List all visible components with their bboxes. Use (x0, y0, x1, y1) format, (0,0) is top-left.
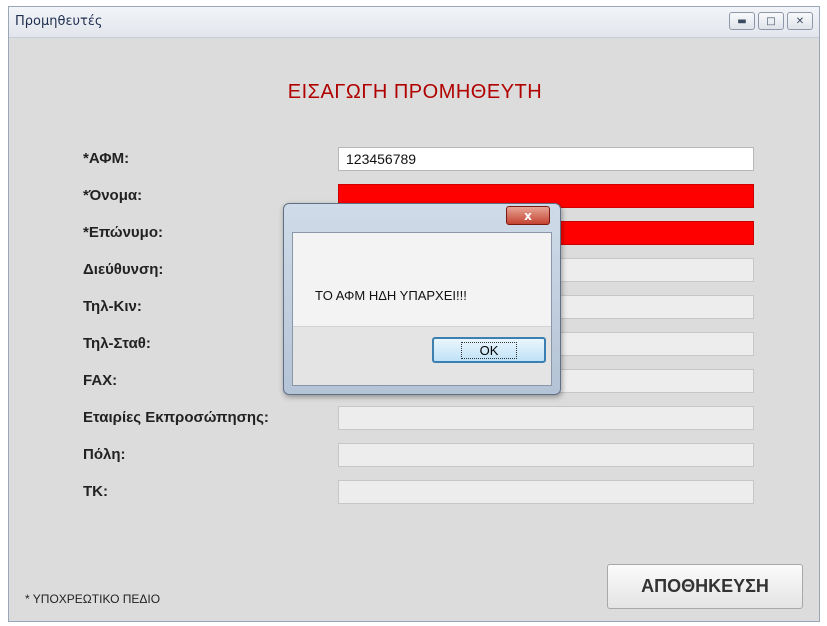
ok-button-label: OK (460, 341, 518, 359)
close-icon[interactable]: ✕ (787, 12, 813, 30)
form-heading: ΕΙΣΑΓΩΓΗ ΠΡΟΜΗΘΕΥΤΗ (287, 81, 543, 103)
label-landline: Τηλ-Σταθ: (83, 335, 151, 352)
postcode-field[interactable] (338, 480, 754, 504)
label-fax: FAX: (83, 372, 118, 389)
label-city: Πόλη: (83, 446, 126, 463)
label-afm: *ΑΦΜ: (83, 150, 130, 167)
window-controls: ▬ □ ✕ (729, 12, 813, 30)
window-title: Προμηθευτές (15, 14, 103, 29)
label-last-name: *Επώνυμο: (83, 224, 163, 241)
label-first-name: *Όνομα: (83, 187, 143, 204)
dialog-message: ΤΟ ΑΦΜ ΗΔΗ ΥΠΑΡΧΕΙ!!! (315, 288, 467, 303)
title-bar[interactable]: Προμηθευτές ▬ □ ✕ (9, 7, 819, 38)
dialog-close-button[interactable]: x (506, 206, 550, 225)
label-address: Διεύθυνση: (83, 261, 164, 278)
city-field[interactable] (338, 443, 754, 467)
afm-field[interactable]: 123456789 (338, 147, 754, 171)
dialog-body: ΤΟ ΑΦΜ ΗΔΗ ΥΠΑΡΧΕΙ!!! OK (292, 232, 552, 386)
label-mobile: Τηλ-Κιν: (83, 298, 142, 315)
companies-field[interactable] (338, 406, 754, 430)
save-button[interactable]: ΑΠΟΘΗΚΕΥΣΗ (607, 564, 803, 609)
label-companies: Εταιρίες Εκπροσώπησης: (83, 409, 269, 426)
ok-button[interactable]: OK (432, 337, 546, 363)
maximize-icon[interactable]: □ (758, 12, 784, 30)
message-dialog: x ΤΟ ΑΦΜ ΗΔΗ ΥΠΑΡΧΕΙ!!! OK (283, 203, 561, 395)
label-postcode: ΤΚ: (83, 483, 108, 500)
minimize-icon[interactable]: ▬ (729, 12, 755, 30)
required-footnote: * ΥΠΟΧΡΕΩΤΙΚΟ ΠΕΔΙΟ (25, 592, 161, 606)
